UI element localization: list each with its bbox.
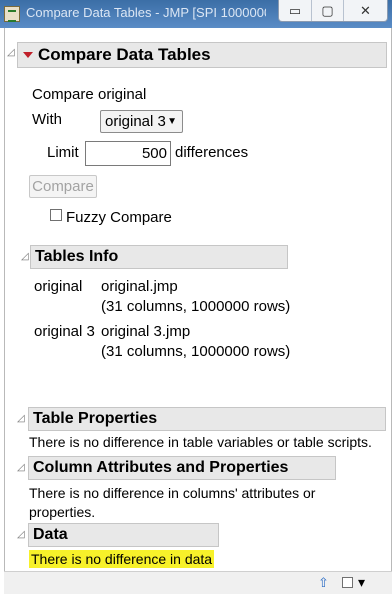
compare-label: Compare — [32, 86, 94, 103]
status-bar: ⇧ ▾ — [4, 571, 392, 594]
window-controls: ▭ ▢ ✕ — [278, 0, 388, 22]
column-attributes-message-cont: properties. — [29, 504, 96, 520]
data-message: There is no difference in data — [29, 550, 215, 568]
window-titlebar[interactable]: Compare Data Tables - JMP [SPI 1000000] … — [0, 0, 392, 28]
fuzzy-compare-checkbox[interactable] — [50, 209, 62, 221]
data-title: Data — [33, 526, 68, 543]
red-triangle-menu-icon[interactable] — [22, 49, 34, 61]
jmp-app-icon — [4, 6, 20, 22]
table-properties-message: There is no difference in table variable… — [29, 434, 372, 450]
compare-button[interactable]: Compare — [29, 175, 97, 198]
table-properties-header[interactable]: Table Properties — [28, 407, 386, 431]
status-checkbox[interactable] — [342, 577, 353, 588]
restore-button[interactable]: ▢ — [311, 0, 343, 21]
data-header[interactable]: Data — [28, 523, 219, 547]
table-name: original 3 — [34, 323, 95, 340]
disclosure-icon[interactable]: ◿ — [7, 48, 17, 58]
table-detail: (31 columns, 1000000 rows) — [101, 298, 291, 315]
column-attributes-title: Column Attributes and Properties — [33, 459, 289, 476]
with-selected-value: original 3 — [105, 113, 166, 130]
restore-icon: ▢ — [321, 2, 334, 18]
compare-value: original — [98, 86, 147, 103]
column-attributes-header[interactable]: Column Attributes and Properties — [28, 456, 336, 480]
table-name: original — [34, 278, 83, 295]
disclosure-icon[interactable]: ◿ — [17, 414, 27, 424]
limit-suffix: differences — [175, 144, 249, 161]
home-icon[interactable]: ⇧ — [318, 575, 329, 591]
window-title: Compare Data Tables - JMP [SPI 1000000] — [26, 5, 266, 20]
close-icon: ✕ — [360, 2, 371, 18]
tables-info-title: Tables Info — [35, 248, 119, 265]
limit-input[interactable]: 500 — [85, 141, 171, 166]
table-file: original 3.jmp — [101, 323, 191, 340]
minimize-icon: ▭ — [288, 2, 302, 18]
with-label: With — [32, 111, 62, 128]
chevron-down-icon: ▼ — [167, 116, 177, 127]
tables-info-header[interactable]: Tables Info — [30, 245, 288, 269]
minimize-button[interactable]: ▭ — [279, 0, 311, 21]
compare-panel-title: Compare Data Tables — [38, 45, 211, 64]
disclosure-icon[interactable]: ◿ — [17, 530, 27, 540]
close-button[interactable]: ✕ — [343, 0, 387, 21]
limit-label: Limit — [47, 144, 79, 161]
compare-data-tables-header[interactable]: Compare Data Tables — [17, 42, 387, 68]
menu-chevron-icon[interactable]: ▾ — [358, 574, 365, 591]
disclosure-icon[interactable]: ◿ — [17, 463, 27, 473]
table-file: original.jmp — [101, 278, 178, 295]
table-properties-title: Table Properties — [33, 410, 158, 427]
column-attributes-message: There is no difference in columns' attri… — [29, 485, 316, 501]
fuzzy-compare-label: Fuzzy Compare — [66, 209, 172, 226]
with-select[interactable]: original 3 ▼ — [100, 110, 183, 133]
table-detail: (31 columns, 1000000 rows) — [101, 343, 291, 360]
